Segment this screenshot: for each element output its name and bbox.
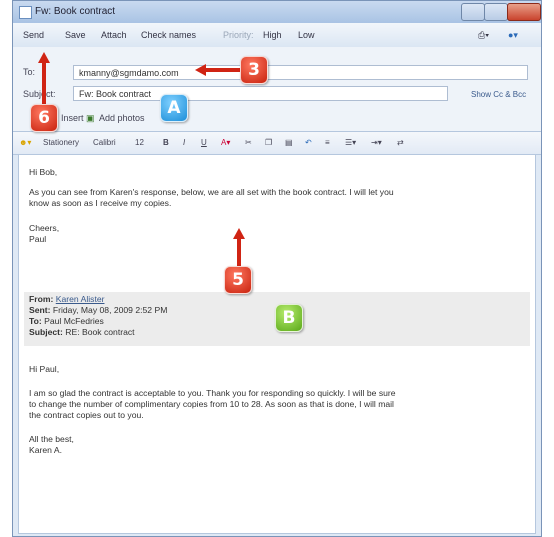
callout-6: 6: [30, 104, 58, 132]
copy-icon[interactable]: ❐: [265, 138, 272, 147]
to-label: To:: [23, 67, 36, 77]
message-headers: To: kmanny@sgmdamo.com Subject: Fw: Book…: [13, 47, 541, 132]
close-button[interactable]: [507, 3, 541, 21]
help-icon[interactable]: ●▾: [508, 30, 518, 41]
arrow-5-shaft: [237, 236, 241, 266]
sender-name: Paul: [29, 234, 47, 244]
body-line-2: know as soon as I receive my copies.: [29, 198, 172, 208]
callout-a: A: [160, 94, 188, 122]
reply-close: All the best,: [29, 434, 74, 444]
photo-icon: ▣: [86, 113, 95, 123]
print-icon[interactable]: ⎙▾: [478, 30, 489, 41]
reply-line-1: I am so glad the contract is acceptable …: [29, 388, 396, 398]
save-button[interactable]: Save: [65, 30, 86, 40]
arrow-3-head: [195, 64, 206, 76]
arrow-5-head: [233, 228, 245, 239]
format-toolbar: ☻▾ Stationery Calibri 12 B I U A▾ ✂ ❐ ▤ …: [13, 132, 541, 155]
paste-icon[interactable]: ▤: [285, 138, 293, 147]
add-photos-button[interactable]: Add photos: [99, 113, 145, 123]
to-field[interactable]: kmanny@sgmdamo.com: [73, 65, 528, 80]
arrow-3-shaft: [205, 68, 241, 72]
check-names-button[interactable]: Check names: [141, 30, 196, 40]
sent-label: Sent:: [29, 305, 51, 315]
stationery-button[interactable]: Stationery: [43, 138, 79, 147]
font-size-select[interactable]: 12: [135, 138, 144, 147]
send-button[interactable]: Send: [23, 30, 44, 40]
show-cc-bcc-link[interactable]: Show Cc & Bcc: [471, 90, 526, 99]
reply-line-2: to change the number of complimentary co…: [29, 399, 394, 409]
subject-field[interactable]: Fw: Book contract: [73, 86, 448, 101]
body-line-1: As you can see from Karen's response, be…: [29, 187, 394, 197]
signoff: Cheers,: [29, 223, 60, 233]
greeting: Hi Bob,: [29, 167, 58, 177]
arrow-6-shaft: [42, 60, 46, 104]
message-body[interactable]: Hi Bob, As you can see from Karen's resp…: [18, 154, 536, 534]
window-icon: [19, 6, 32, 19]
fwd-to-value: Paul McFedries: [44, 316, 104, 326]
undo-icon[interactable]: ↶: [305, 138, 312, 147]
insert-button[interactable]: Insert: [61, 113, 84, 123]
from-link[interactable]: Karen Alister: [56, 294, 105, 304]
emoticon-icon[interactable]: ☻▾: [19, 138, 31, 147]
font-color-icon[interactable]: A▾: [221, 138, 230, 147]
fwd-to-label: To:: [29, 316, 42, 326]
fwd-subject-label: Subject:: [29, 327, 63, 337]
from-label: From:: [29, 294, 54, 304]
reply-line-3: the contract copies out to you.: [29, 410, 144, 420]
maximize-button[interactable]: [484, 3, 508, 21]
reply-name: Karen A.: [29, 445, 62, 455]
mail-window: Fw: Book contract Send Save Attach Check…: [12, 0, 542, 537]
underline-button[interactable]: U: [201, 138, 207, 147]
callout-b: B: [275, 304, 303, 332]
italic-button[interactable]: I: [183, 138, 185, 147]
link-icon[interactable]: ⇄: [397, 138, 404, 147]
arrow-6-head: [38, 52, 50, 63]
callout-5: 5: [224, 266, 252, 294]
fwd-subject-value: RE: Book contract: [65, 327, 135, 337]
subject-label: Subject:: [23, 89, 56, 99]
indent-icon[interactable]: ⇥▾: [371, 138, 382, 147]
reply-greeting: Hi Paul,: [29, 364, 60, 374]
window-title: Fw: Book contract: [35, 6, 116, 17]
font-select[interactable]: Calibri: [93, 138, 116, 147]
title-bar: Fw: Book contract: [13, 1, 541, 24]
callout-3: 3: [240, 56, 268, 84]
attach-button[interactable]: Attach: [101, 30, 127, 40]
sent-value: Friday, May 08, 2009 2:52 PM: [52, 305, 168, 315]
bullets-icon[interactable]: ☰▾: [345, 138, 356, 147]
priority-high-button[interactable]: High: [263, 30, 282, 40]
bold-button[interactable]: B: [163, 138, 169, 147]
minimize-button[interactable]: [461, 3, 485, 21]
align-icon[interactable]: ≡: [325, 138, 330, 147]
priority-low-button[interactable]: Low: [298, 30, 315, 40]
cut-icon[interactable]: ✂: [245, 138, 252, 147]
toolbar: Send Save Attach Check names Priority: H…: [13, 23, 541, 48]
priority-label: Priority:: [223, 30, 254, 40]
